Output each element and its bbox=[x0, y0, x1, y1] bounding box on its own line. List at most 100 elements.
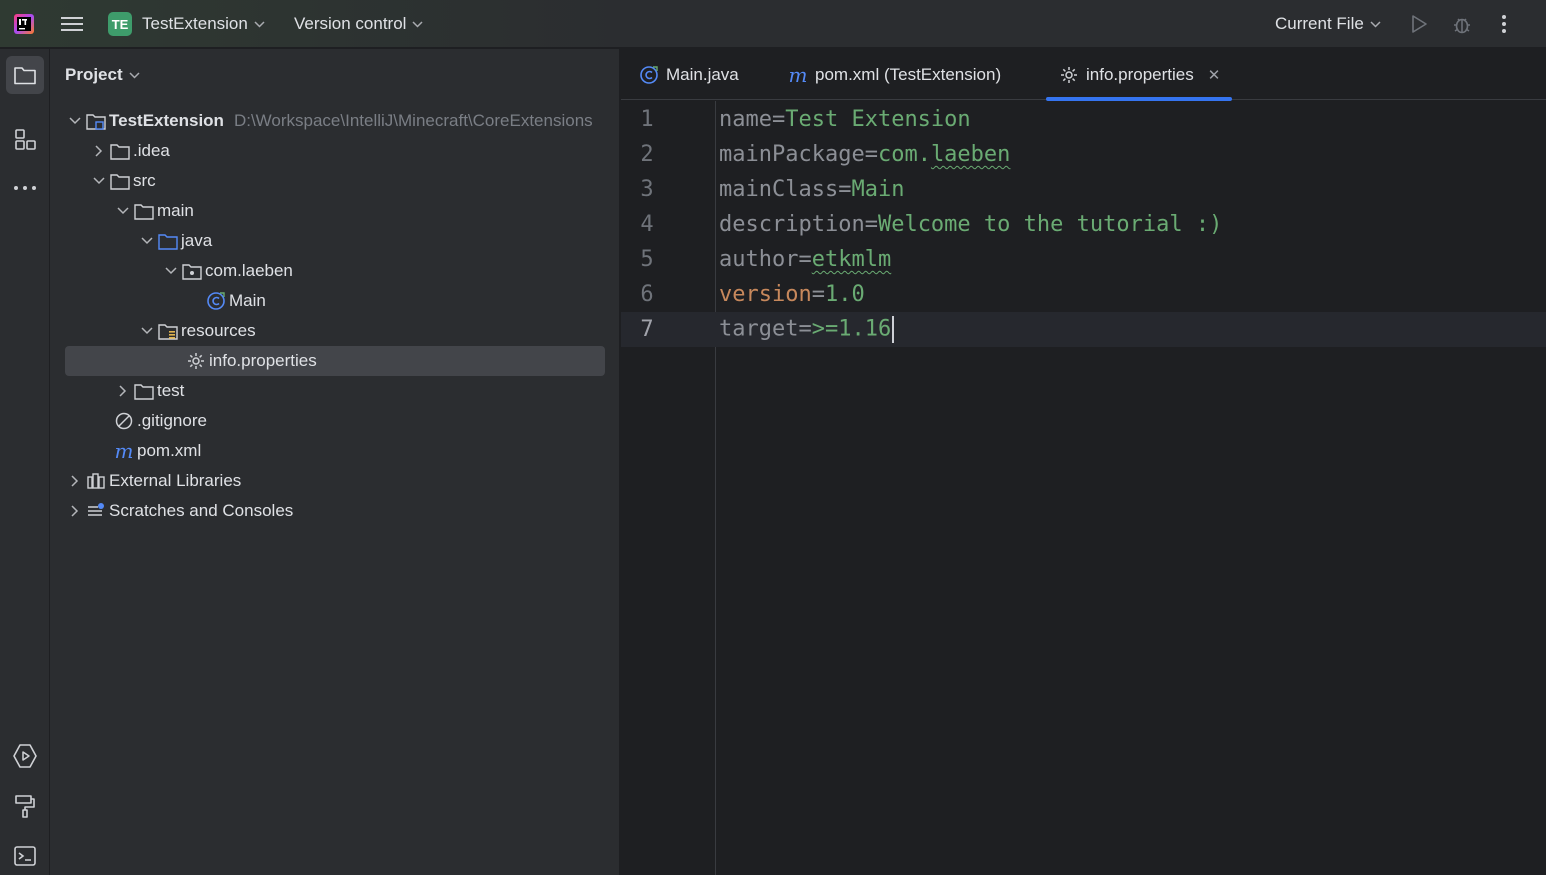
line-content: mainClass=Main bbox=[719, 177, 904, 202]
debug-icon[interactable] bbox=[1450, 0, 1474, 48]
chevron-down-icon[interactable] bbox=[65, 111, 85, 131]
editor-area: Main.java m pom.xml (TestExtension) info… bbox=[621, 49, 1546, 875]
editor-tabs: Main.java m pom.xml (TestExtension) info… bbox=[621, 49, 1546, 101]
run-icon[interactable] bbox=[1408, 0, 1430, 48]
tree-item-test[interactable]: test bbox=[65, 376, 605, 406]
more-tools-icon[interactable] bbox=[6, 169, 44, 207]
line-content: target=>=1.16 bbox=[719, 316, 895, 343]
main-menu-icon[interactable] bbox=[58, 0, 86, 48]
line-content: mainPackage=com.laeben bbox=[719, 142, 1010, 167]
property-separator: = bbox=[864, 212, 878, 237]
chevron-down-icon[interactable] bbox=[89, 171, 109, 191]
tab-info-properties[interactable]: info.properties ✕ bbox=[1046, 49, 1233, 101]
tree-item-main-class[interactable]: Main bbox=[65, 286, 605, 316]
chevron-right-icon[interactable] bbox=[89, 141, 109, 161]
line-content: name=Test Extension bbox=[719, 107, 971, 132]
chevron-right-icon[interactable] bbox=[65, 501, 85, 521]
intellij-logo-icon[interactable] bbox=[10, 0, 38, 48]
property-separator: = bbox=[798, 247, 812, 272]
project-badge: TE bbox=[108, 12, 132, 36]
tree-item-label: java bbox=[181, 231, 213, 250]
tree-item-label: test bbox=[157, 381, 185, 400]
folder-icon bbox=[109, 140, 131, 162]
property-separator: = bbox=[798, 316, 812, 342]
tree-item-com-laeben[interactable]: com.laeben bbox=[65, 256, 605, 286]
more-actions-icon[interactable] bbox=[1494, 0, 1514, 48]
tree-item-label: info.properties bbox=[209, 351, 317, 370]
chevron-down-icon bbox=[412, 17, 423, 31]
tree-item-java[interactable]: java bbox=[65, 226, 605, 256]
chevron-right-icon[interactable] bbox=[113, 381, 133, 401]
run-config-selector[interactable]: Current File bbox=[1275, 0, 1381, 48]
line-number: 5 bbox=[640, 247, 654, 272]
code-line: 6 version=1.0 bbox=[621, 277, 1546, 312]
source-folder-icon bbox=[157, 230, 179, 252]
tab-main-java[interactable]: Main.java bbox=[638, 49, 739, 100]
run-config-label: Current File bbox=[1275, 14, 1364, 33]
code-line: 1 name=Test Extension bbox=[621, 102, 1546, 137]
tool-window-strip bbox=[0, 49, 50, 875]
tree-item-pom-xml[interactable]: m pom.xml bbox=[65, 436, 605, 466]
maven-icon: m bbox=[114, 439, 134, 463]
project-tool-icon[interactable] bbox=[6, 56, 44, 94]
title-bar: TE TestExtension Version control Current… bbox=[0, 0, 1546, 48]
tree-item-label: Main bbox=[229, 291, 266, 310]
gitignore-icon bbox=[113, 410, 135, 432]
property-key: name bbox=[719, 107, 772, 132]
line-content: description=Welcome to the tutorial :) bbox=[719, 212, 1222, 237]
libraries-icon bbox=[85, 470, 107, 492]
line-number: 3 bbox=[640, 177, 654, 202]
tree-item-main[interactable]: main bbox=[65, 196, 605, 226]
tree-item-resources[interactable]: resources bbox=[65, 316, 605, 346]
tab-pom-xml[interactable]: m pom.xml (TestExtension) bbox=[787, 49, 1002, 100]
property-value: com. bbox=[877, 142, 931, 167]
build-tool-icon[interactable] bbox=[6, 787, 44, 825]
close-icon[interactable]: ✕ bbox=[1208, 66, 1221, 84]
line-number: 6 bbox=[640, 282, 654, 307]
chevron-down-icon[interactable] bbox=[161, 261, 181, 281]
tree-item-label: pom.xml bbox=[137, 441, 202, 460]
properties-file-icon bbox=[1058, 64, 1080, 86]
chevron-down-icon[interactable] bbox=[113, 201, 133, 221]
tree-item-external-libraries[interactable]: External Libraries bbox=[65, 466, 605, 496]
property-value-typo: etkmlm bbox=[811, 247, 892, 272]
tab-label: Main.java bbox=[666, 64, 739, 84]
vcs-menu[interactable]: Version control bbox=[294, 0, 423, 48]
property-key: mainClass bbox=[719, 177, 839, 202]
services-tool-icon[interactable] bbox=[6, 737, 44, 775]
project-panel-title[interactable]: Project bbox=[65, 63, 140, 87]
tree-item-label: .idea bbox=[133, 141, 170, 160]
chevron-down-icon[interactable] bbox=[137, 321, 157, 341]
java-class-icon bbox=[638, 64, 660, 86]
code-line: 2 mainPackage=com.laeben bbox=[621, 137, 1546, 172]
tree-item-label: resources bbox=[181, 321, 256, 340]
property-value-typo: laeben bbox=[930, 142, 1011, 167]
chevron-down-icon[interactable] bbox=[137, 231, 157, 251]
property-value: >=1.16 bbox=[811, 316, 892, 342]
property-key: description bbox=[719, 212, 865, 237]
tree-item-src[interactable]: src bbox=[65, 166, 605, 196]
tree-item-info-properties[interactable]: info.properties bbox=[65, 346, 605, 376]
tree-item-label: main bbox=[157, 201, 194, 220]
property-value: Welcome to the tutorial :) bbox=[877, 212, 1223, 237]
package-icon bbox=[181, 260, 203, 282]
tab-label: pom.xml (TestExtension) bbox=[815, 64, 1002, 84]
tree-item-label: External Libraries bbox=[109, 471, 242, 490]
property-value: Test Extension bbox=[785, 107, 971, 132]
property-value: 1.0 bbox=[824, 282, 865, 307]
structure-tool-icon[interactable] bbox=[6, 120, 44, 158]
project-panel-label: Project bbox=[65, 65, 123, 84]
chevron-right-icon[interactable] bbox=[65, 471, 85, 491]
tree-item-scratches[interactable]: Scratches and Consoles bbox=[65, 496, 605, 526]
line-number: 7 bbox=[640, 317, 654, 342]
code-line-current: 7 target=>=1.16 bbox=[621, 312, 1546, 347]
project-name: TestExtension bbox=[142, 14, 248, 33]
project-switcher[interactable]: TE TestExtension bbox=[108, 0, 265, 48]
tree-item-label: .gitignore bbox=[137, 411, 207, 430]
code-line: 4 description=Welcome to the tutorial :) bbox=[621, 207, 1546, 242]
tree-item-testextension[interactable]: TestExtension D:\Workspace\IntelliJ\Mine… bbox=[65, 106, 605, 136]
tree-item-idea[interactable]: .idea bbox=[65, 136, 605, 166]
folder-icon bbox=[133, 200, 155, 222]
tree-item-gitignore[interactable]: .gitignore bbox=[65, 406, 605, 436]
terminal-tool-icon[interactable] bbox=[6, 837, 44, 875]
